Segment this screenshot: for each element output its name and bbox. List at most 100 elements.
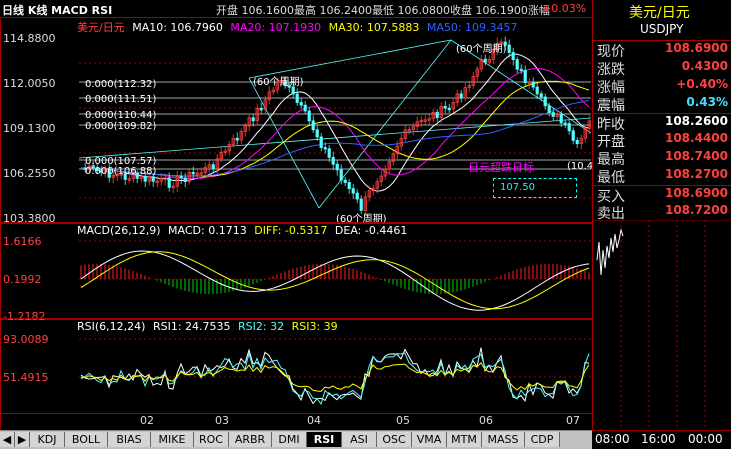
y-tick: 0.1992 (3, 273, 42, 286)
quote-row-value: 108.6900 (664, 41, 728, 55)
candle (299, 102, 303, 106)
indicator-tabs: ◀ ▶ KDJ BOLL BIAS MIKE ROC ARBR DMI RSI ASI OSC VM… (0, 430, 592, 449)
cycle-label: (60个周期) (253, 77, 304, 88)
candle (295, 93, 299, 103)
quote-row: 涨幅 +0.40% (593, 77, 731, 96)
quote-row: 买入 108.6900 (593, 185, 731, 205)
quote-line: 开盘 106.1600最高 106.2400最低 106.0800收盘 106.… (216, 4, 550, 17)
tab-mtm[interactable]: MTM (447, 432, 482, 447)
level-label: 0.000(106.88) (85, 166, 157, 177)
target-box[interactable]: 107.50 (493, 178, 577, 198)
quote-code: USDJPY (640, 22, 684, 36)
candle (151, 176, 155, 182)
candle (459, 93, 463, 99)
time-label: 00:00 (688, 432, 723, 446)
candle (535, 86, 539, 95)
tab-osc[interactable]: OSC (377, 432, 412, 447)
tab-rsi[interactable]: RSI (307, 432, 342, 447)
candle (519, 68, 523, 72)
y-tick: 109.1300 (3, 122, 56, 135)
quote-row-value: 0.43% (686, 95, 728, 109)
candle (571, 130, 575, 141)
tab-dmi[interactable]: DMI (272, 432, 307, 447)
quote-row-label: 开盘 (597, 134, 625, 150)
tab-roc[interactable]: ROC (194, 432, 229, 447)
candle (559, 114, 563, 124)
x-tick: 02 (140, 414, 154, 427)
candle (311, 120, 315, 131)
quote-row: 涨跌 0.4300 (593, 59, 731, 78)
trend-line (318, 39, 452, 209)
candle (211, 164, 215, 169)
candle (515, 59, 519, 70)
tab-mass[interactable]: MASS (482, 432, 525, 447)
candle (303, 104, 307, 112)
candle (259, 107, 263, 111)
candle (343, 179, 347, 183)
tab-kdj[interactable]: KDJ (30, 432, 65, 447)
macd-panel[interactable]: MACD(26,12,9) MACD: 0.1713 DIFF: -0.5317… (0, 222, 593, 323)
x-tick: 04 (307, 414, 321, 427)
tab-arbr[interactable]: ARBR (229, 432, 272, 447)
quote-title: 美元/日元 (629, 5, 690, 21)
level-label: 0.000(109.82) (85, 121, 157, 132)
rsi-panel[interactable]: RSI(6,12,24) RSI1: 24.7535 RSI2: 32 RSI3… (0, 318, 593, 414)
candle (183, 177, 187, 182)
candle (339, 169, 343, 181)
y-tick: 112.0050 (3, 77, 56, 90)
trend-line (248, 77, 320, 209)
quote-row-label: 涨幅 (597, 80, 625, 96)
tab-asi[interactable]: ASI (342, 432, 377, 447)
target-price: 107.50 (500, 182, 535, 193)
right-value: (10.4 (567, 161, 594, 172)
x-tick: 03 (215, 414, 229, 427)
quote-panel: 美元/日元 USDJPY 现价 108.6900 涨跌 0.4300 涨幅 +0.40% 震… (592, 0, 731, 430)
tab-bias[interactable]: BIAS (108, 432, 151, 447)
quote-row: 最高 108.7400 (593, 149, 731, 168)
tab-mike[interactable]: MIKE (151, 432, 194, 447)
candle (539, 93, 543, 98)
quote-row-value: 108.6900 (664, 186, 728, 200)
y-tick: 106.2550 (3, 167, 56, 180)
y-tick: 51.4915 (3, 371, 49, 384)
change-pct: +0.03% (542, 2, 587, 15)
tab-boll[interactable]: BOLL (65, 432, 108, 447)
candle (359, 198, 363, 211)
quote-row-value: 108.7200 (664, 203, 728, 217)
candle (331, 156, 335, 165)
chart-title: 日线 K线 MACD RSI (2, 4, 113, 17)
tab-vma[interactable]: VMA (412, 432, 447, 447)
tick-chart (593, 220, 731, 430)
candle (443, 106, 447, 109)
candle (179, 175, 183, 179)
tab-scroll-right-icon[interactable]: ▶ (15, 432, 30, 447)
quote-row-value: 108.4400 (664, 131, 728, 145)
candle (315, 129, 319, 138)
candle (551, 112, 555, 117)
quote-row-label: 涨跌 (597, 62, 625, 78)
quote-row-value: 108.2700 (664, 167, 728, 181)
quote-row-label: 现价 (597, 44, 625, 60)
quote-row-value: +0.40% (676, 77, 728, 91)
kline-panel[interactable]: 美元/日元 MA10: 106.7960 MA20: 107.1930 MA30… (0, 17, 594, 225)
macd-plot[interactable] (79, 223, 591, 319)
candle (447, 107, 451, 111)
candle (507, 44, 511, 53)
candle (319, 136, 323, 148)
candle (143, 175, 147, 182)
tab-scroll-left-icon[interactable]: ◀ (0, 432, 15, 447)
candle (327, 148, 331, 158)
candle (335, 163, 339, 171)
candle (435, 111, 439, 118)
candle (251, 117, 255, 122)
x-tick: 05 (396, 414, 410, 427)
tab-cdp[interactable]: CDP (525, 432, 560, 447)
level-label: 0.000(111.51) (85, 94, 157, 105)
candle (563, 122, 567, 125)
x-tick: 07 (566, 414, 580, 427)
quote-row-label: 最高 (597, 152, 625, 168)
title-bar: 日线 K线 MACD RSI 开盘 106.1600最高 106.2400最低 … (0, 0, 592, 17)
quote-row: 开盘 108.4400 (593, 131, 731, 150)
candle (351, 188, 355, 194)
rsi-plot[interactable] (79, 319, 591, 413)
